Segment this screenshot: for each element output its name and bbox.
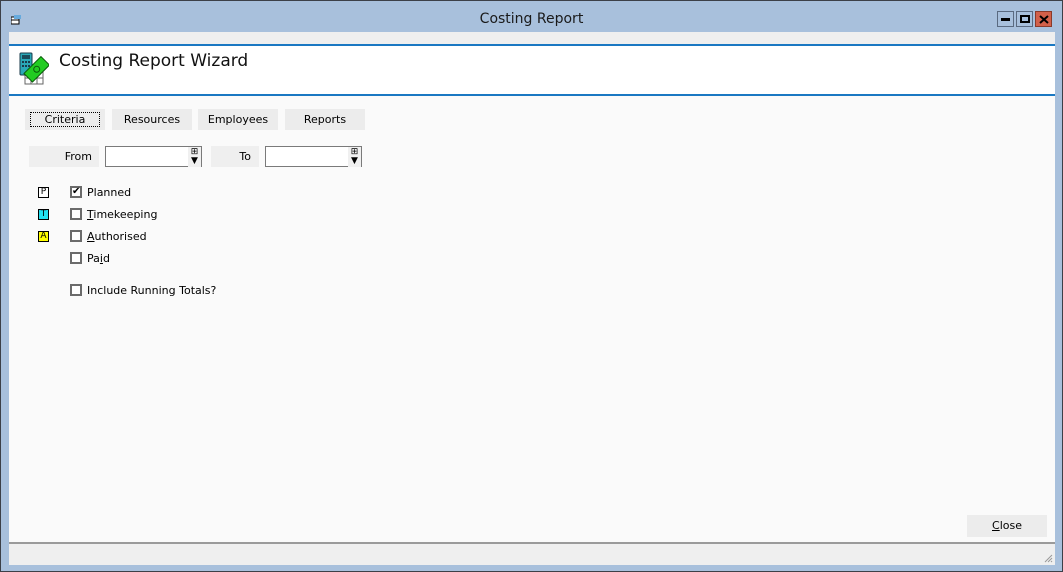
close-window-button[interactable]	[1035, 11, 1052, 27]
close-button[interactable]: Close	[967, 515, 1047, 537]
maximize-icon	[1019, 15, 1030, 23]
paid-label[interactable]: Paid	[87, 252, 110, 265]
running-totals-checkbox[interactable]	[70, 284, 82, 296]
minimize-button[interactable]	[997, 11, 1014, 27]
timekeeping-legend: T	[38, 209, 49, 220]
window-title: Costing Report	[479, 11, 584, 27]
running-totals-label[interactable]: Include Running Totals?	[87, 284, 216, 297]
from-label: From	[29, 146, 99, 167]
wizard-header: Costing Report Wizard	[9, 44, 1055, 96]
top-strip	[9, 32, 1055, 44]
tab-resources[interactable]: Resources	[112, 109, 192, 130]
planned-checkbox[interactable]: ✔	[70, 186, 82, 198]
to-date-field[interactable]: ⊞ ▼	[265, 146, 362, 167]
maximize-button[interactable]	[1016, 11, 1033, 27]
tab-criteria[interactable]: Criteria	[25, 109, 105, 130]
authorised-checkbox[interactable]	[70, 230, 82, 242]
close-icon	[1038, 14, 1049, 24]
title-bar[interactable]: Costing Report	[1, 1, 1062, 35]
to-label: To	[211, 146, 259, 167]
timekeeping-checkbox[interactable]	[70, 208, 82, 220]
minimize-icon	[1001, 18, 1010, 21]
tab-reports[interactable]: Reports	[285, 109, 365, 130]
paid-checkbox[interactable]	[70, 252, 82, 264]
status-bar	[9, 542, 1055, 565]
planned-label[interactable]: Planned	[87, 186, 131, 199]
resize-grip-icon[interactable]	[1043, 553, 1053, 563]
tab-reports-label: Reports	[303, 113, 347, 126]
tab-resources-label: Resources	[123, 113, 181, 126]
authorised-label[interactable]: Authorised	[87, 230, 147, 243]
costing-report-window: Costing Report Costing Report Wizard Cri…	[0, 0, 1063, 572]
wizard-title: Costing Report Wizard	[59, 51, 249, 71]
calculator-money-icon	[19, 52, 49, 85]
planned-legend: P	[38, 187, 49, 198]
date-picker-icon[interactable]: ⊞ ▼	[348, 147, 361, 167]
tab-employees-label: Employees	[207, 113, 269, 126]
check-icon: ✔	[72, 186, 81, 197]
tab-employees[interactable]: Employees	[198, 109, 278, 130]
date-picker-icon[interactable]: ⊞ ▼	[188, 147, 201, 167]
authorised-legend: A	[38, 231, 49, 242]
timekeeping-label[interactable]: Timekeeping	[87, 208, 157, 221]
tab-criteria-label: Criteria	[29, 112, 101, 127]
from-date-field[interactable]: ⊞ ▼	[105, 146, 202, 167]
client-area: Costing Report Wizard Criteria Resources…	[9, 32, 1055, 565]
